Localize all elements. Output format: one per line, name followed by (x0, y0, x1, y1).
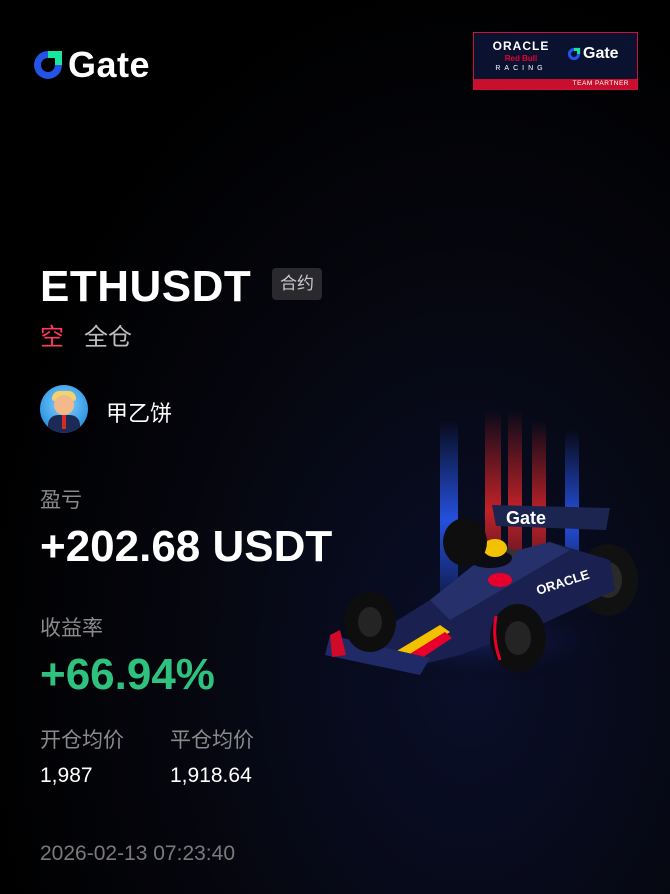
gate-logo-icon (567, 47, 581, 61)
pnl-label: 盈亏 (40, 489, 82, 512)
contract-tag: 合约 (272, 268, 322, 300)
username: 甲乙饼 (106, 401, 173, 426)
gate-logo: Gate (32, 44, 150, 86)
partner-line-oracle: ORACLE (492, 39, 550, 53)
partner-gate-logo: Gate (567, 45, 619, 63)
pnl-share-card: Gate ORACLE Red Bull RACING Gate TEAM PA… (0, 0, 670, 894)
partner-tagline: TEAM PARTNER (474, 79, 637, 89)
partner-line-redbull: Red Bull (504, 54, 538, 63)
f1-car-illustration: Gate ORACLE (310, 410, 650, 685)
close-price-value: 1,918.64 (170, 764, 252, 787)
oracle-redbull-logo: ORACLE Red Bull RACING (482, 39, 560, 72)
pnl-value: +202.68 USDT (40, 522, 333, 571)
user-avatar (40, 385, 88, 433)
roi-label: 收益率 (40, 617, 103, 640)
trading-pair: ETHUSDT (40, 262, 252, 311)
open-price-value: 1,987 (40, 764, 93, 787)
partner-brand-name: Gate (583, 45, 619, 62)
brand-name: Gate (68, 44, 151, 85)
svg-text:Gate: Gate (506, 508, 546, 528)
close-price-label: 平仓均价 (170, 729, 254, 752)
margin-mode: 全仓 (84, 324, 132, 351)
timestamp: 2026-02-13 07:23:40 (40, 842, 235, 865)
position-side: 空 (40, 324, 64, 351)
gate-logo-icon (34, 51, 62, 79)
team-partner-badge: ORACLE Red Bull RACING Gate TEAM PARTNER (473, 32, 638, 90)
partner-line-racing: RACING (495, 65, 547, 72)
open-price-label: 开仓均价 (40, 729, 124, 752)
roi-value: +66.94% (40, 650, 215, 699)
